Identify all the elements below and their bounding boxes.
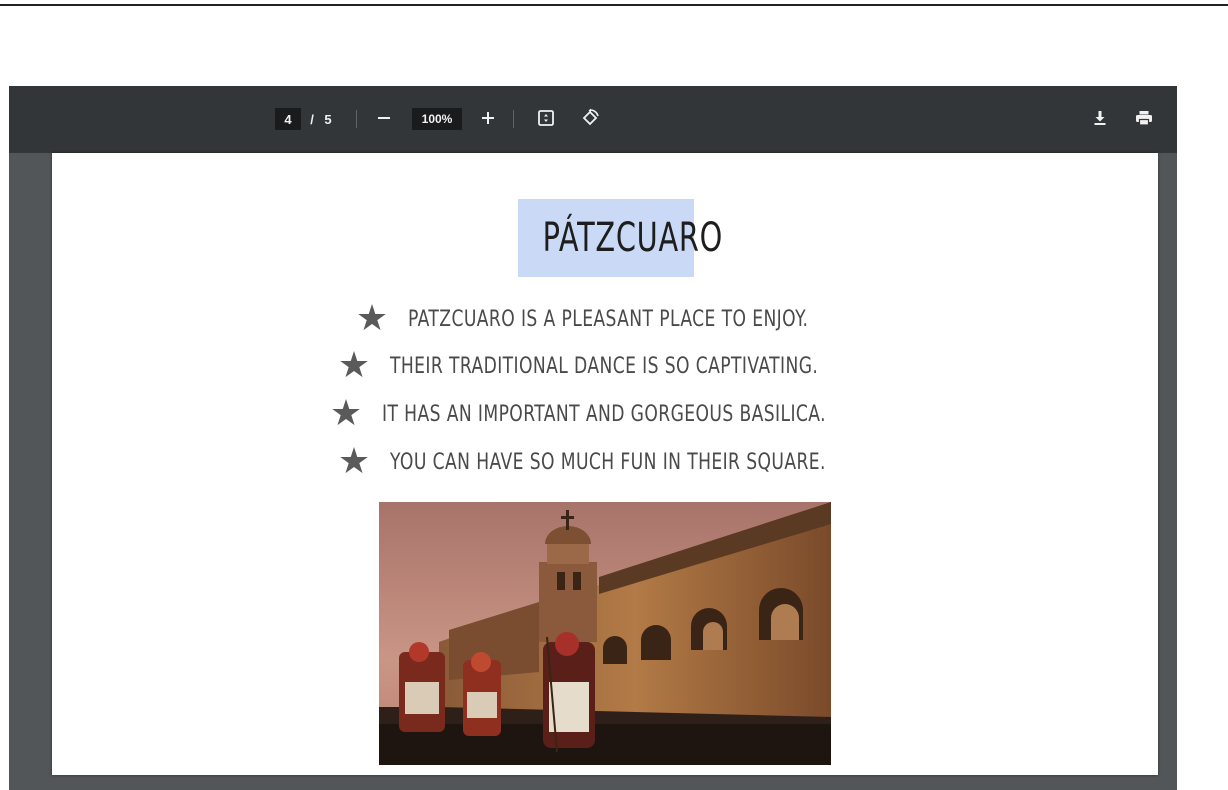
download-button[interactable]	[1087, 108, 1113, 130]
top-rule	[0, 4, 1228, 6]
zoom-in-button[interactable]	[475, 108, 501, 130]
zoom-out-button[interactable]	[371, 108, 397, 130]
list-item-text: IT HAS AN IMPORTANT AND GORGEOUS BASILIC…	[382, 401, 826, 427]
list-item-text: PATZCUARO IS A PLEASANT PLACE TO ENJOY.	[408, 306, 809, 332]
fit-page-button[interactable]	[533, 108, 559, 130]
toolbar-divider	[356, 110, 357, 128]
star-icon: ★	[355, 298, 389, 339]
pdf-toolbar: 4 / 5 100%	[9, 86, 1177, 153]
page-title: PÁTZCUARO	[542, 215, 724, 261]
pdf-viewer: 4 / 5 100% PÁTZCUARO ★ PATZCUARO IS A PL…	[9, 86, 1177, 790]
download-icon	[1092, 110, 1108, 129]
page-separator: /	[310, 111, 314, 127]
rotate-button[interactable]	[577, 108, 603, 130]
list-item-text: YOU CAN HAVE SO MUCH FUN IN THEIR SQUARE…	[390, 449, 826, 475]
plus-icon	[481, 111, 495, 128]
minus-icon	[377, 111, 391, 128]
toolbar-divider	[513, 110, 514, 128]
star-icon: ★	[337, 441, 371, 482]
list-item: ★ PATZCUARO IS A PLEASANT PLACE TO ENJOY…	[350, 299, 921, 339]
list-item: ★ IT HAS AN IMPORTANT AND GORGEOUS BASIL…	[324, 394, 951, 434]
fit-page-icon	[537, 109, 555, 130]
star-icon: ★	[329, 393, 363, 434]
print-icon	[1135, 110, 1153, 129]
document-page: PÁTZCUARO ★ PATZCUARO IS A PLEASANT PLAC…	[52, 153, 1158, 775]
list-item: ★ THEIR TRADITIONAL DANCE IS SO CAPTIVAT…	[332, 346, 939, 386]
list-item: ★ YOU CAN HAVE SO MUCH FUN IN THEIR SQUA…	[332, 442, 949, 482]
title-highlight: PÁTZCUARO	[518, 199, 724, 277]
rotate-icon	[580, 108, 600, 131]
list-item-text: THEIR TRADITIONAL DANCE IS SO CAPTIVATIN…	[390, 353, 819, 379]
page-total: 5	[324, 111, 332, 127]
star-icon: ★	[337, 345, 371, 386]
page-number-input[interactable]: 4	[275, 108, 301, 130]
zoom-level-input[interactable]: 100%	[412, 108, 462, 130]
print-button[interactable]	[1131, 108, 1157, 130]
basilica-photo	[379, 502, 831, 765]
